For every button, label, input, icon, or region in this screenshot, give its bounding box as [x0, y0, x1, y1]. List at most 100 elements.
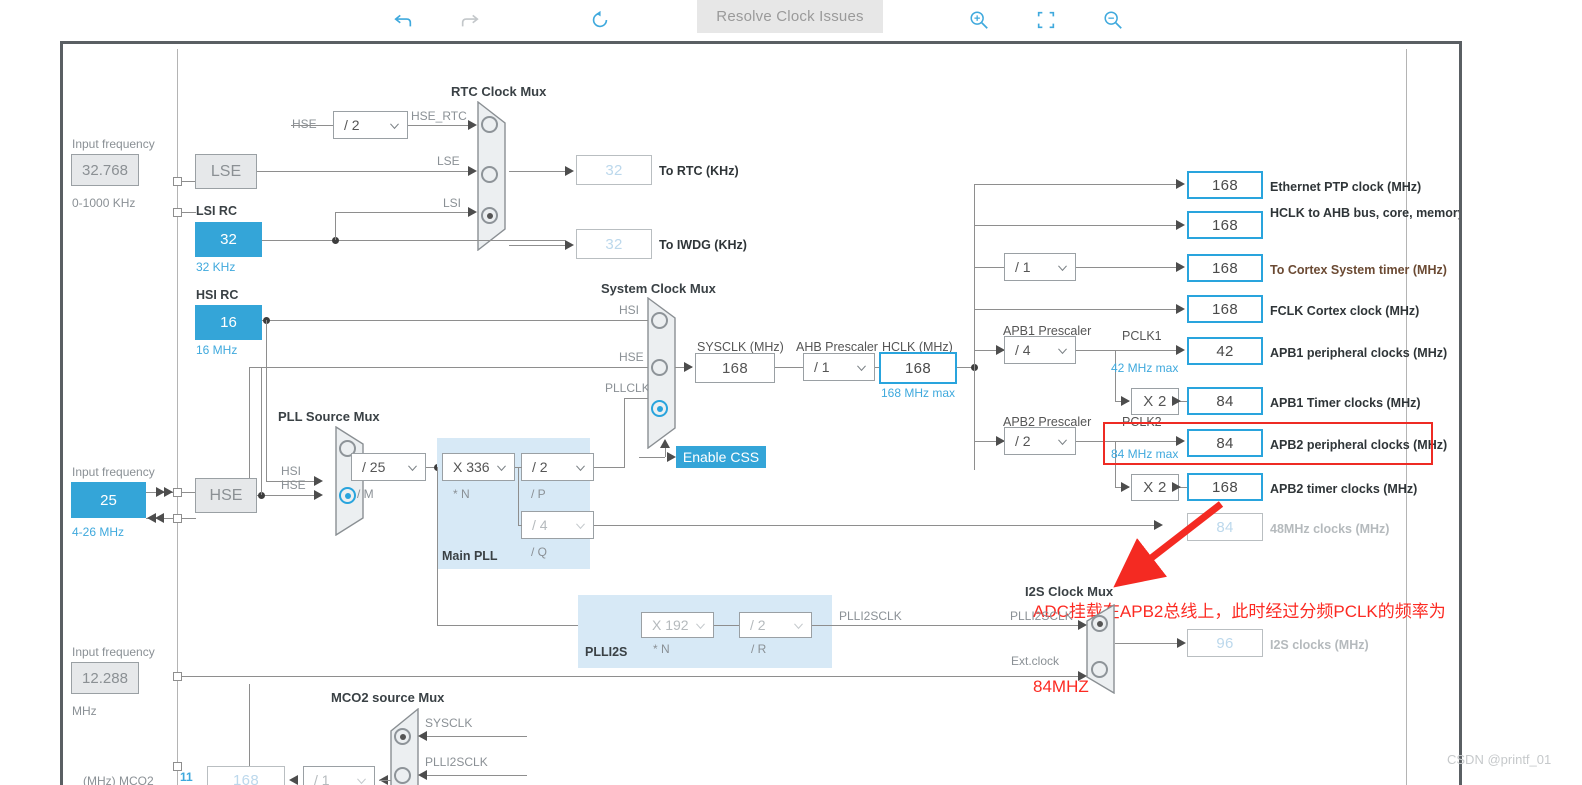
mco2-mux-radio-plli2sclk[interactable] — [394, 767, 411, 784]
sysclk-value-box[interactable]: 168 — [695, 353, 775, 383]
wire — [1076, 267, 1176, 268]
arrow — [468, 166, 477, 176]
output-box-fclk-cortex[interactable]: 168 — [1187, 295, 1263, 323]
plli2s-n-select[interactable]: X 192 — [641, 612, 714, 638]
pll-m-select[interactable]: / 25 — [351, 453, 426, 481]
wire-lse — [257, 171, 468, 172]
chevron-down-icon — [390, 123, 399, 130]
sys-mux-radio-hse[interactable] — [651, 359, 668, 376]
reset-button[interactable] — [582, 3, 618, 37]
plli2s-r-label: / R — [751, 642, 767, 656]
output-box-cortex-systimer[interactable]: 168 — [1187, 254, 1263, 282]
pll-source-radio-hse[interactable] — [339, 487, 356, 504]
lse-oscillator-box[interactable]: LSE — [195, 154, 257, 189]
lsi-rc-title: LSI RC — [196, 204, 237, 218]
arrow — [667, 452, 676, 462]
chevron-down-icon — [408, 465, 417, 472]
mco2-mux-radio-sysclk[interactable] — [394, 728, 411, 745]
rtc-mux-radio-hse-rtc[interactable] — [481, 116, 498, 133]
ahb-prescaler-value: / 1 — [814, 359, 830, 375]
output-box-apb2-timer[interactable]: 168 — [1187, 473, 1263, 501]
to-rtc-output-label: To RTC (KHz) — [659, 164, 739, 178]
wire — [468, 240, 565, 241]
wire — [182, 181, 196, 182]
plli2s-n-value: X 192 — [652, 617, 689, 633]
wire-label-hse-rtc: HSE_RTC — [411, 109, 467, 123]
redo-button[interactable] — [452, 3, 488, 37]
zoom-in-button[interactable] — [961, 3, 997, 37]
wire — [974, 184, 1176, 185]
cortex-prescaler-select[interactable]: / 1 — [1004, 253, 1076, 281]
arrow — [1078, 671, 1087, 681]
pll-source-mux-title: PLL Source Mux — [278, 409, 380, 424]
pll-q-value: / 4 — [532, 517, 548, 533]
wire-lsi-iwdg — [262, 240, 468, 241]
mco2-value-box[interactable]: 168 — [207, 766, 285, 785]
arrow — [1176, 262, 1185, 272]
i2s-input-frequency-label: Input frequency — [72, 645, 155, 659]
lsi-value-box[interactable]: 32 — [195, 222, 262, 257]
output-label-apb2-timer: APB2 timer clocks (MHz) — [1270, 482, 1418, 496]
i2s-mux-radio-ext-clock[interactable] — [1091, 661, 1108, 678]
plli2s-r-value: / 2 — [750, 617, 766, 633]
hse-input-frequency-field[interactable]: 25 — [71, 482, 146, 518]
hse-rtc-prescaler-select[interactable]: / 2 — [333, 111, 408, 139]
pll-m-label: / M — [357, 487, 374, 501]
undo-button[interactable] — [385, 3, 421, 37]
hse-port-in — [173, 488, 182, 497]
sys-mux-radio-hsi[interactable] — [651, 312, 668, 329]
enable-css-button[interactable]: Enable CSS — [676, 446, 766, 468]
output-label-fclk-cortex: FCLK Cortex clock (MHz) — [1270, 304, 1420, 318]
wire — [437, 467, 438, 625]
zoom-out-button[interactable] — [1095, 3, 1131, 37]
output-box-hclk-ahb[interactable]: 168 — [1187, 211, 1263, 239]
to-iwdg-output-box[interactable]: 32 — [576, 229, 652, 259]
apb2-prescaler-select[interactable]: / 2 — [1004, 427, 1076, 455]
wire — [421, 736, 527, 737]
arrow — [1172, 482, 1181, 492]
to-rtc-output-box[interactable]: 32 — [576, 155, 652, 185]
fit-to-screen-icon — [1037, 11, 1055, 29]
hsi-rc-title: HSI RC — [196, 288, 239, 302]
sys-mux-radio-pllclk[interactable] — [651, 400, 668, 417]
ahb-prescaler-label: AHB Prescaler — [796, 340, 878, 354]
lsi-unit-label: 32 KHz — [196, 260, 236, 274]
hsi-value-box[interactable]: 16 — [195, 305, 262, 340]
rtc-mux-radio-lse[interactable] — [481, 166, 498, 183]
arrow-left — [155, 513, 164, 523]
i2s-clock-mux-title: I2S Clock Mux — [1025, 584, 1114, 599]
apb1-prescaler-select[interactable]: / 4 — [1004, 336, 1076, 364]
clock-configuration-screen: Resolve Clock Issues Input frequency 32.… — [0, 0, 1582, 785]
output-box-apb1-timer[interactable]: 84 — [1187, 387, 1263, 415]
i2s-mux-radio-plli2sclk[interactable] — [1091, 615, 1108, 632]
pll-p-select[interactable]: / 2 — [521, 453, 594, 481]
wire-label-pllclk: PLLCLK — [605, 381, 650, 395]
rtc-mux-radio-lsi[interactable] — [481, 207, 498, 224]
pll-q-select[interactable]: / 4 — [521, 511, 594, 539]
pll-n-select[interactable]: X 336 — [442, 453, 515, 481]
fit-to-screen-button[interactable] — [1028, 3, 1064, 37]
i2s-input-frequency-field[interactable]: 12.288 — [71, 662, 139, 694]
ahb-prescaler-select[interactable]: / 1 — [803, 353, 875, 381]
wire-plli2sclk — [812, 625, 1078, 626]
arrow — [684, 362, 693, 372]
arrow — [314, 476, 323, 486]
hse-oscillator-box[interactable]: HSE — [195, 478, 257, 513]
sysclk-label: SYSCLK (MHz) — [697, 340, 784, 354]
arrow-left — [418, 731, 427, 741]
wire-label-hse-sys: HSE — [619, 350, 644, 364]
mco2-divider-select[interactable]: / 1 — [303, 766, 375, 785]
resolve-clock-issues-button[interactable]: Resolve Clock Issues — [697, 0, 883, 33]
lse-input-frequency-field[interactable]: 32.768 — [71, 154, 139, 186]
wire — [974, 267, 1004, 268]
arrow — [1176, 304, 1185, 314]
hclk-value-box[interactable]: 168 — [879, 352, 957, 384]
pll-p-label: / P — [531, 487, 546, 501]
wire — [437, 625, 581, 626]
plli2s-r-select[interactable]: / 2 — [739, 612, 812, 638]
clock-tree-canvas[interactable]: Input frequency 32.768 0-1000 KHz LSE LS… — [60, 41, 1462, 785]
output-box-apb1-peripheral[interactable]: 42 — [1187, 337, 1263, 365]
output-box-ethernet-ptp[interactable]: 168 — [1187, 171, 1263, 199]
mco2-pin-number: 11 — [180, 770, 193, 784]
wire-lsi — [335, 212, 468, 213]
